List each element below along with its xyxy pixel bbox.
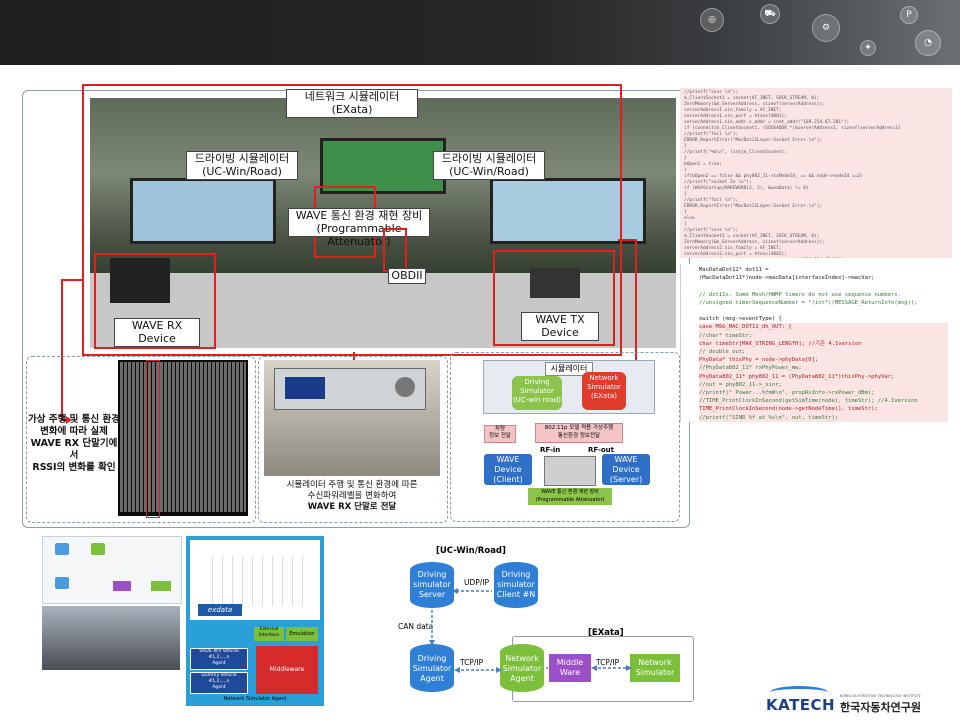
arch-arrows xyxy=(429,588,632,673)
katech-name: KATECH xyxy=(766,696,836,714)
katech-logo: KATECH KOREA AUTOMOTIVE TECHNOLOGY INSTI… xyxy=(766,686,956,716)
katech-en: KOREA AUTOMOTIVE TECHNOLOGY INSTITUTE xyxy=(840,694,921,698)
katech-kr: 한국자동차연구원 xyxy=(840,701,921,714)
